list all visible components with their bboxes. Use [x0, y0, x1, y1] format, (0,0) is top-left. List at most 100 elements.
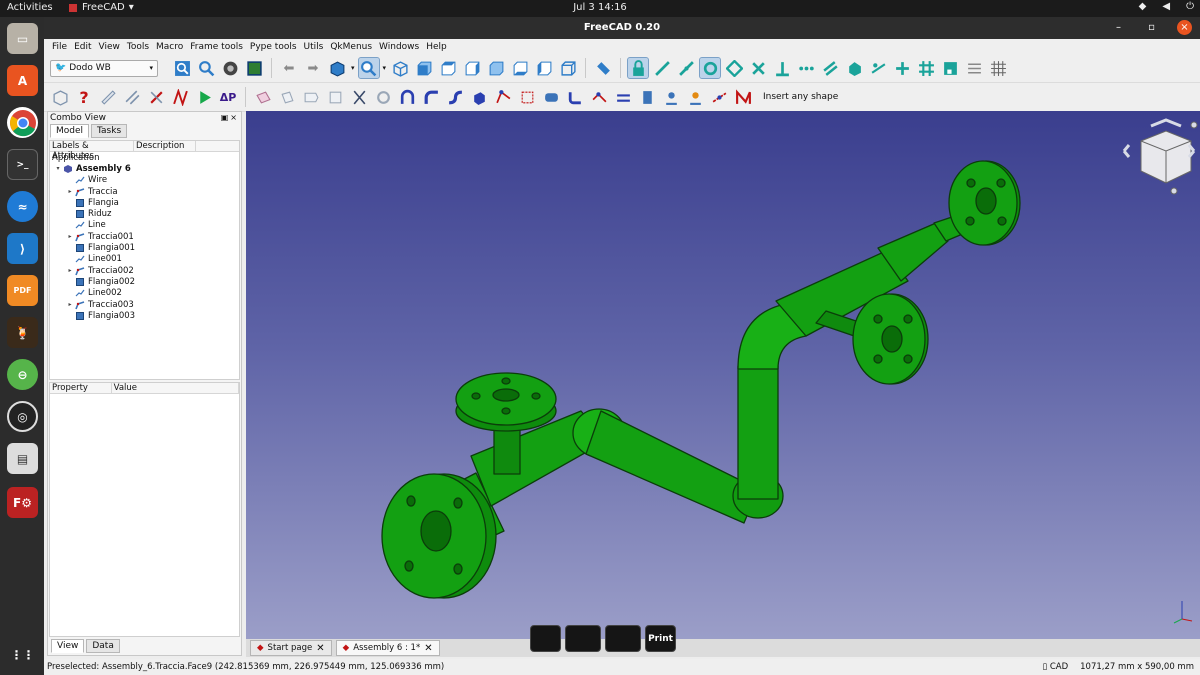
tab-tasks[interactable]: Tasks [91, 124, 128, 138]
pipe-stack-icon[interactable] [637, 87, 657, 107]
frame-line-icon[interactable] [170, 87, 190, 107]
wireframe-cube-icon[interactable] [558, 58, 578, 78]
pipe-cylinder-icon[interactable] [541, 87, 561, 107]
software-center-icon[interactable]: A [7, 65, 38, 96]
close-icon[interactable]: ✕ [424, 643, 432, 654]
tree-item-line001[interactable]: Line001 [50, 254, 239, 265]
constraint-parallel-icon[interactable] [820, 58, 840, 78]
ap-icon[interactable]: ΔP [218, 87, 238, 107]
tree-item-flangia001[interactable]: Flangia001 [50, 242, 239, 253]
collapsed-arrow-icon[interactable]: ▸ [66, 233, 74, 240]
menu-tools[interactable]: Tools [127, 42, 149, 52]
menu-help[interactable]: Help [426, 42, 447, 52]
dock-controls-icon[interactable]: ▣× [221, 113, 239, 122]
tree-item-assembly-6[interactable]: ▾ Assembly 6 [50, 163, 239, 174]
tab-start-page[interactable]: ◆ Start page ✕ [250, 640, 332, 656]
workbench-selector[interactable]: 🐦 Dodo WB ▾ [50, 59, 158, 77]
tree-item-traccia002[interactable]: ▸ Traccia002 [50, 265, 239, 276]
constraint-tangent-icon[interactable] [676, 58, 696, 78]
files-icon[interactable]: ▭ [7, 23, 38, 54]
snap-grid-icon[interactable] [988, 58, 1008, 78]
minimize-icon[interactable]: – [1111, 20, 1126, 35]
pipe-gear-icon[interactable] [373, 87, 393, 107]
tree-item-line002[interactable]: Line002 [50, 288, 239, 299]
chevron-down-icon[interactable]: ▾ [383, 64, 387, 72]
freecad-dock-icon[interactable]: F⚙ [7, 487, 38, 518]
menu-file[interactable]: File [52, 42, 67, 52]
pipe-split-icon[interactable] [613, 87, 633, 107]
pipe-shape-icon[interactable] [277, 87, 297, 107]
frame-beam-icon[interactable] [98, 87, 118, 107]
left-view-icon[interactable] [534, 58, 554, 78]
menu-macro[interactable]: Macro [156, 42, 183, 52]
front-view-icon[interactable] [414, 58, 434, 78]
green-app-icon[interactable]: ⊖ [7, 359, 38, 390]
terminal-icon[interactable]: >_ [7, 149, 38, 180]
pipe-point-icon[interactable] [661, 87, 681, 107]
menu-windows[interactable]: Windows [379, 42, 419, 52]
help-icon[interactable]: ? [74, 87, 94, 107]
snap-square-icon[interactable] [940, 58, 960, 78]
zoom-icon[interactable] [357, 57, 380, 79]
tab-model[interactable]: Model [50, 124, 90, 138]
constraint-x-icon[interactable] [748, 58, 768, 78]
pipe-link-icon[interactable] [709, 87, 729, 107]
tree-item-wire[interactable]: Wire [50, 175, 239, 186]
pipe-join-icon[interactable] [589, 87, 609, 107]
frame-cut-icon[interactable] [146, 87, 166, 107]
top-view-icon[interactable] [438, 58, 458, 78]
collapsed-arrow-icon[interactable]: ▸ [66, 267, 74, 274]
tree-header-description[interactable]: Description [134, 141, 196, 151]
vscode-icon[interactable]: ⟩ [7, 233, 38, 264]
constraint-dots-icon[interactable] [796, 58, 816, 78]
pipe-point-orange-icon[interactable] [685, 87, 705, 107]
tab-data[interactable]: Data [86, 639, 120, 653]
constraint-block-icon[interactable] [844, 58, 864, 78]
insert-any-shape-icon[interactable] [733, 87, 753, 107]
pipe-u-icon[interactable] [397, 87, 417, 107]
pipe-route-icon[interactable] [493, 87, 513, 107]
right-view-icon[interactable] [462, 58, 482, 78]
menu-utils[interactable]: Utils [304, 42, 324, 52]
chevron-down-icon[interactable]: ▾ [351, 64, 355, 72]
rear-view-icon[interactable] [486, 58, 506, 78]
collapsed-arrow-icon[interactable]: ▸ [66, 188, 74, 195]
pipe-cap-icon[interactable] [325, 87, 345, 107]
insert-any-shape-label[interactable]: Insert any shape [763, 92, 838, 102]
navigation-style[interactable]: ▯ CAD [1042, 662, 1068, 672]
menu-edit[interactable]: Edit [74, 42, 91, 52]
isometric-view-icon[interactable] [390, 58, 410, 78]
snap-arrows-icon[interactable] [964, 58, 984, 78]
tree-item-riduz[interactable]: Riduz [50, 208, 239, 219]
tree-header-labels[interactable]: Labels & Attributes [50, 141, 134, 161]
property-header-property[interactable]: Property [50, 383, 112, 393]
play-icon[interactable] [194, 87, 214, 107]
screenshot-tool-icon[interactable]: ▤ [7, 443, 38, 474]
constraint-perp-icon[interactable] [772, 58, 792, 78]
system-tray[interactable]: ◆ ◀ ⏻ [1139, 1, 1194, 12]
back-arrow-icon[interactable]: ⬅ [279, 58, 299, 78]
grid-icon[interactable] [916, 58, 936, 78]
frame-cube-icon[interactable] [50, 87, 70, 107]
tree-item-traccia[interactable]: ▸ Traccia [50, 186, 239, 197]
fit-selection-icon[interactable] [196, 58, 216, 78]
bottom-view-icon[interactable] [510, 58, 530, 78]
obs-icon[interactable]: ◎ [7, 401, 38, 432]
constraint-line-icon[interactable] [652, 58, 672, 78]
constraint-circle-icon[interactable] [699, 57, 722, 79]
tree-root[interactable]: Application [50, 152, 239, 163]
show-apps-icon[interactable]: ⋮⋮ [7, 639, 38, 670]
fit-all-icon[interactable] [172, 58, 192, 78]
property-header-value[interactable]: Value [112, 383, 239, 393]
menu-frame-tools[interactable]: Frame tools [190, 42, 243, 52]
pipe-elbow-icon[interactable] [421, 87, 441, 107]
tree-item-traccia003[interactable]: ▸ Traccia003 [50, 299, 239, 310]
pipe-assembly-model[interactable] [246, 111, 1200, 639]
tree-item-traccia001[interactable]: ▸ Traccia001 [50, 231, 239, 242]
3d-viewport[interactable] [246, 111, 1200, 639]
frame-branch-icon[interactable] [122, 87, 142, 107]
menu-view[interactable]: View [99, 42, 120, 52]
pipe-flange-icon[interactable] [469, 87, 489, 107]
expanded-arrow-icon[interactable]: ▾ [54, 165, 62, 172]
measure-icon[interactable] [593, 58, 613, 78]
